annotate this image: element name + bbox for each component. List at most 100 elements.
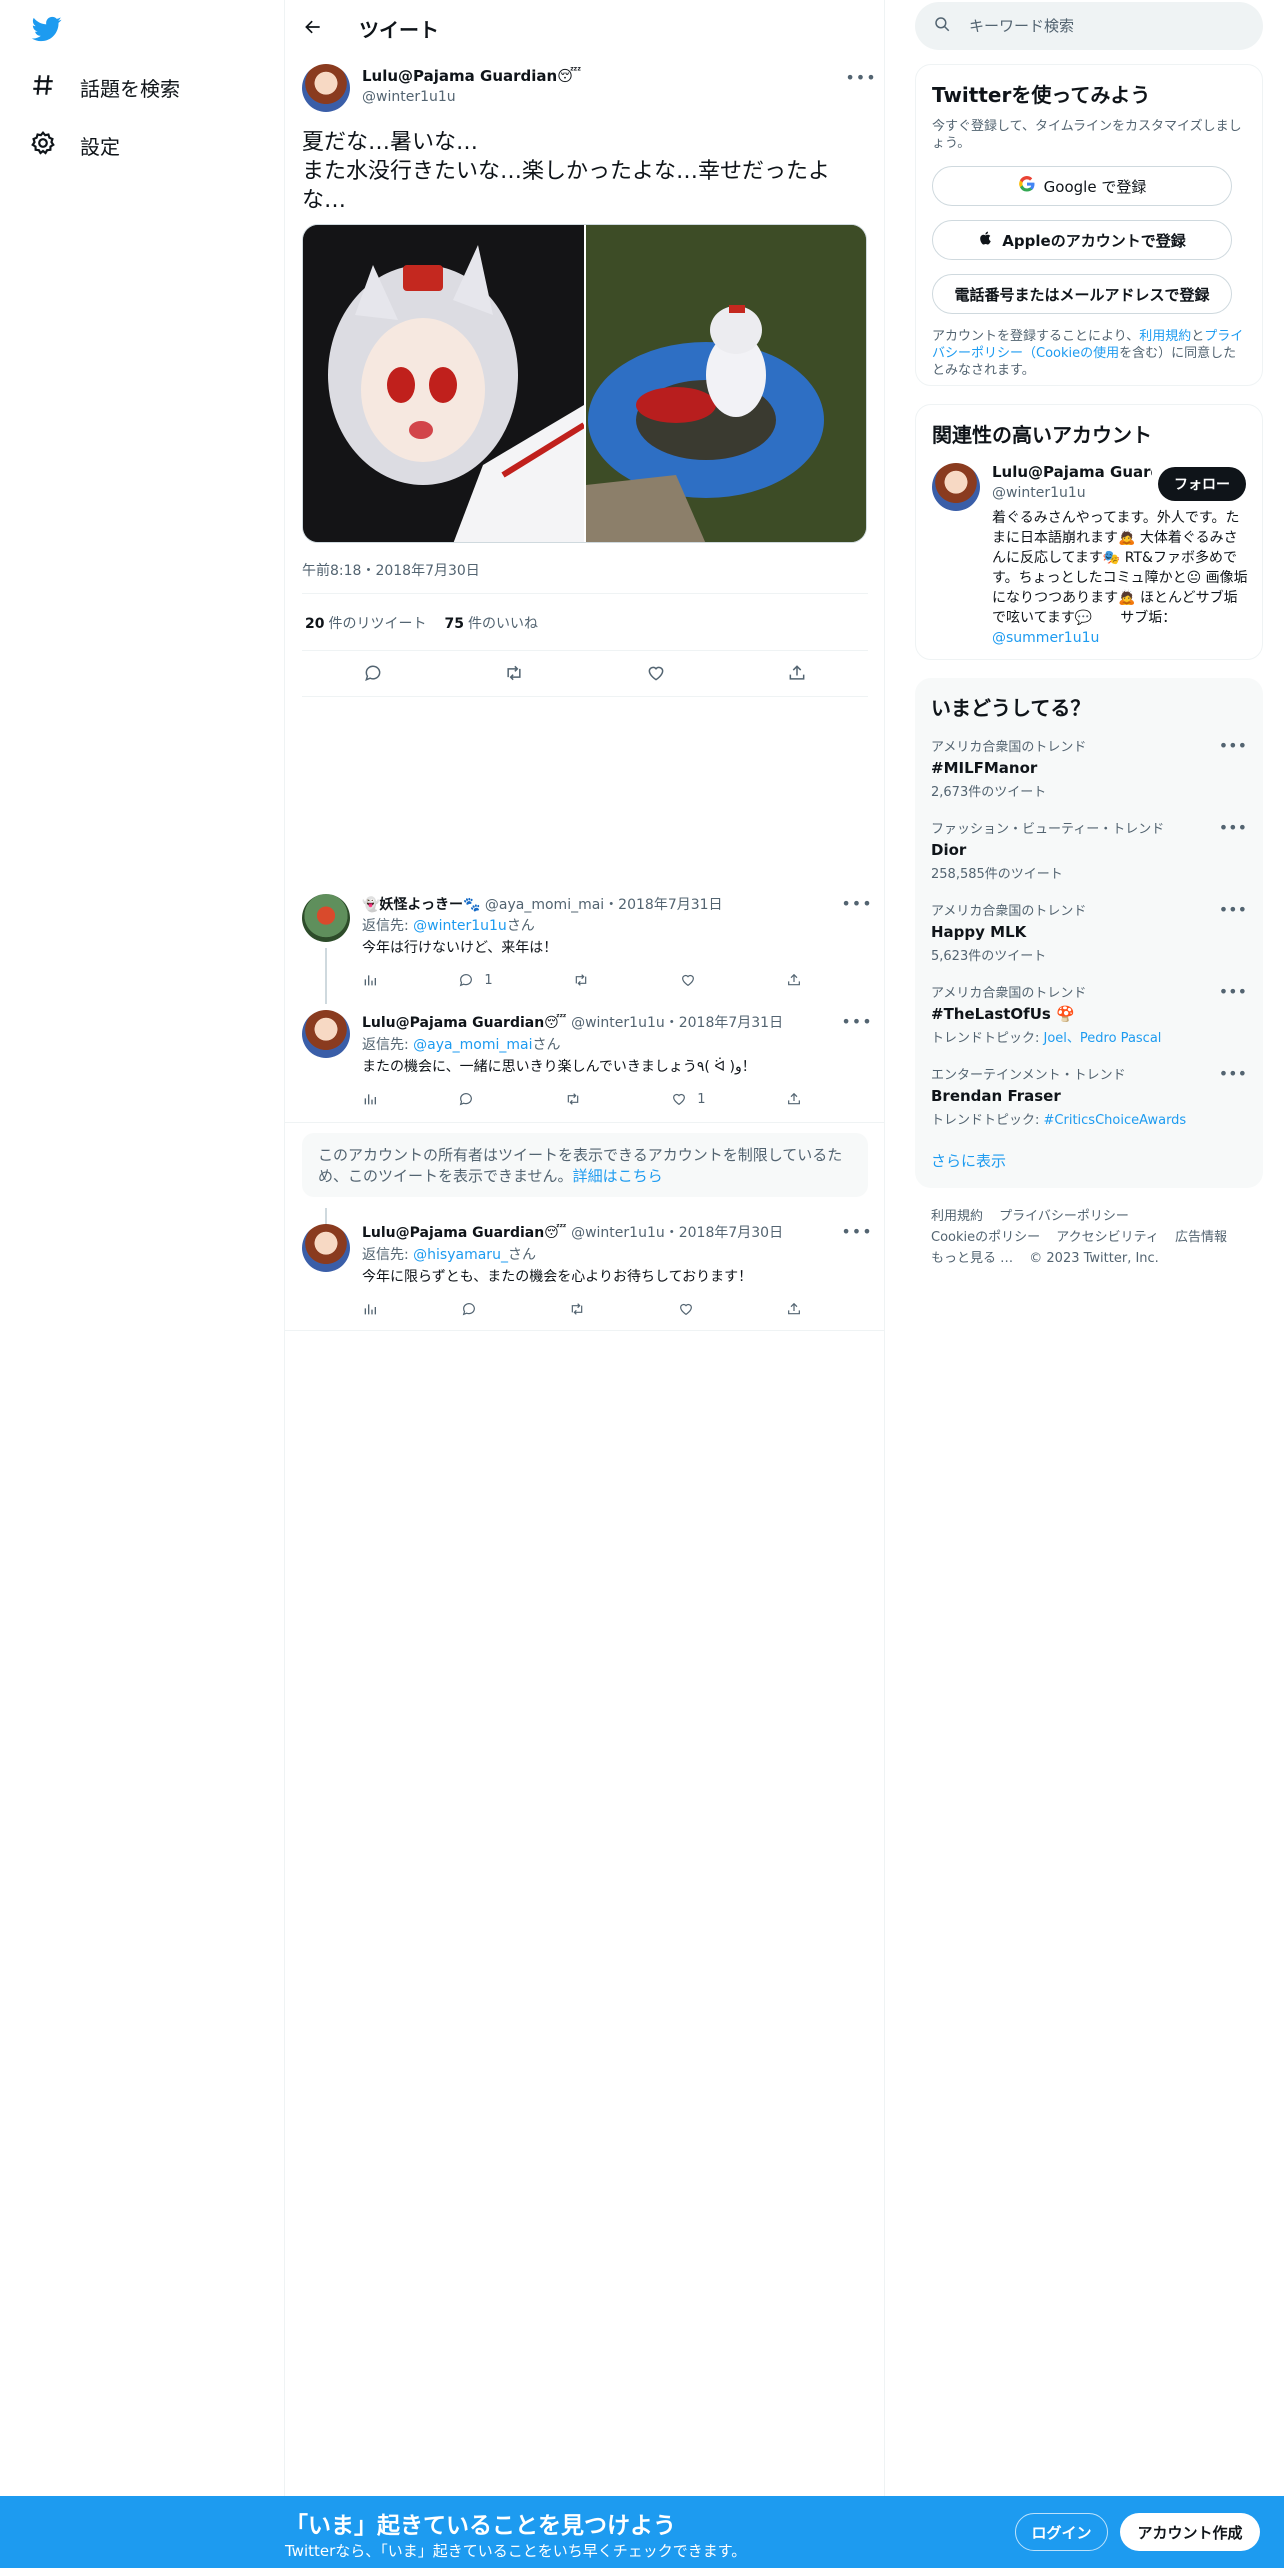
share-icon[interactable] xyxy=(783,659,811,687)
reply-author-handle[interactable]: @aya_momi_mai xyxy=(485,897,604,913)
like-button[interactable] xyxy=(678,1301,704,1317)
learn-more-link[interactable]: 詳細はこちら xyxy=(573,1167,663,1185)
like-button[interactable] xyxy=(680,972,706,988)
footer-link[interactable]: アクセシビリティ xyxy=(1056,1230,1159,1245)
footer-link[interactable]: Cookieのポリシー xyxy=(931,1230,1040,1245)
mention-link[interactable]: @winter1u1u xyxy=(413,918,507,934)
arrow-left-icon[interactable] xyxy=(299,13,327,41)
banner-subtitle: Twitterなら、「いま」起きていることをいち早くチェックできます。 xyxy=(285,2542,747,2560)
more-icon[interactable]: ••• xyxy=(845,66,875,88)
analytics-icon[interactable] xyxy=(362,1301,378,1317)
reply-icon[interactable] xyxy=(359,659,387,687)
tweet-header: Lulu@Pajama Guardian😴 @winter1u1u ••• xyxy=(302,64,876,116)
avatar[interactable] xyxy=(932,463,980,511)
reply-tweet[interactable]: Lulu@Pajama Guardian😴 @winter1u1u・2018年7… xyxy=(285,1010,885,1122)
tweet-media xyxy=(302,224,867,543)
reply-to: 返信先: @aya_momi_maiさん xyxy=(362,1037,561,1053)
more-icon[interactable]: ••• xyxy=(841,1220,871,1242)
trend-topic-link[interactable]: #CriticsChoiceAwards xyxy=(1044,1113,1187,1128)
more-icon[interactable]: ••• xyxy=(1219,1064,1247,1083)
google-icon xyxy=(1018,175,1036,197)
search-box[interactable] xyxy=(915,2,1263,50)
more-icon[interactable]: ••• xyxy=(1219,982,1247,1001)
nav-explore[interactable]: 話題を検索 xyxy=(30,67,180,107)
tweet-stats: 20 件のリツイート 75 件のいいね xyxy=(305,613,538,633)
reply-button[interactable] xyxy=(461,1301,487,1317)
reply-tweet[interactable]: Lulu@Pajama Guardian😴 @winter1u1u・2018年7… xyxy=(285,1208,885,1330)
google-signup-button[interactable]: Google で登録 xyxy=(932,166,1232,206)
analytics-icon[interactable] xyxy=(362,972,378,988)
tweet-author-name[interactable]: Lulu@Pajama Guardian😴 xyxy=(362,67,581,85)
more-icon[interactable]: ••• xyxy=(1219,736,1247,755)
share-icon[interactable] xyxy=(786,1301,802,1317)
mention-link[interactable]: @aya_momi_mai xyxy=(413,1037,532,1053)
main-column: ツイート Lulu@Pajama Guardian😴 @winter1u1u •… xyxy=(285,0,885,2496)
reply-button[interactable]: 1 xyxy=(458,972,493,988)
reply-date[interactable]: ・2018年7月30日 xyxy=(665,1225,783,1241)
reply-date[interactable]: ・2018年7月31日 xyxy=(665,1015,783,1031)
trend-item[interactable]: エンターテインメント・トレンド Brendan Fraser トレンドトピック:… xyxy=(931,1064,1247,1128)
terms-link[interactable]: 利用規約 xyxy=(1139,329,1191,344)
related-account-handle[interactable]: @winter1u1u xyxy=(992,485,1086,501)
show-more-link[interactable]: さらに表示 xyxy=(931,1150,1006,1171)
retweet-button[interactable] xyxy=(565,1091,591,1107)
phone-signup-button[interactable]: 電話番号またはメールアドレスで登録 xyxy=(932,274,1232,314)
footer-link[interactable]: プライバシーポリシー xyxy=(999,1209,1129,1224)
trend-item[interactable]: アメリカ合衆国のトレンド Happy MLK 5,623件のツイート ••• xyxy=(931,900,1247,964)
nav-settings[interactable]: 設定 xyxy=(30,125,120,165)
related-account-bio: 着ぐるみさんやってます。外人です。たまに日本語崩れます🙇 大体着ぐるみさんに反応… xyxy=(992,510,1248,646)
search-input[interactable] xyxy=(969,17,1239,35)
more-icon[interactable]: ••• xyxy=(841,892,871,914)
trend-item[interactable]: アメリカ合衆国のトレンド #MILFManor 2,673件のツイート ••• xyxy=(931,736,1247,800)
footer-link[interactable]: 利用規約 xyxy=(931,1209,983,1224)
retweet-button[interactable] xyxy=(573,972,599,988)
bio-mention-link[interactable]: @summer1u1u xyxy=(992,630,1099,646)
trend-topic-link[interactable]: Joel、Pedro Pascal xyxy=(1044,1031,1162,1046)
gear-icon xyxy=(30,130,56,161)
apple-signup-button[interactable]: Appleのアカウントで登録 xyxy=(932,220,1232,260)
reply-author-handle[interactable]: @winter1u1u xyxy=(571,1015,665,1031)
related-account-name[interactable]: Lulu@Pajama Guardi... xyxy=(992,463,1152,481)
reply-button[interactable] xyxy=(458,1091,484,1107)
share-icon[interactable] xyxy=(786,1091,802,1107)
more-icon[interactable]: ••• xyxy=(1219,818,1247,837)
reply-tweet[interactable]: 👻妖怪よっきー🐾 @aya_momi_mai・2018年7月31日 ••• 返信… xyxy=(285,890,885,1004)
follow-button[interactable]: フォロー xyxy=(1158,467,1246,501)
login-button[interactable]: ログイン xyxy=(1015,2513,1108,2551)
mention-link[interactable]: @hisyamaru_ xyxy=(413,1247,508,1263)
costume-photo-closeup[interactable] xyxy=(303,225,584,542)
more-icon[interactable]: ••• xyxy=(841,1010,871,1032)
retweet-stat[interactable]: 20 件のリツイート xyxy=(305,613,426,633)
banner-title: 「いま」起きていることを見つけよう xyxy=(285,2513,676,2539)
like-stat[interactable]: 75 件のいいね xyxy=(444,613,537,633)
footer-link[interactable]: もっと見る … xyxy=(931,1251,1013,1266)
avatar[interactable] xyxy=(302,64,350,112)
cookie-link[interactable]: （Cookieの使用 xyxy=(1023,346,1119,361)
retweet-button[interactable] xyxy=(569,1301,595,1317)
costume-photo-float-ring[interactable] xyxy=(586,225,866,542)
avatar[interactable] xyxy=(302,1010,350,1058)
trend-item[interactable]: アメリカ合衆国のトレンド #TheLastOfUs 🍄 トレンドトピック: Jo… xyxy=(931,982,1247,1046)
like-icon[interactable] xyxy=(642,659,670,687)
footer-link[interactable]: 広告情報 xyxy=(1175,1230,1227,1245)
page-title: ツイート xyxy=(359,18,439,42)
analytics-icon[interactable] xyxy=(362,1091,378,1107)
avatar[interactable] xyxy=(302,1224,350,1272)
like-button[interactable]: 1 xyxy=(671,1091,706,1107)
share-icon[interactable] xyxy=(786,972,802,988)
create-account-button[interactable]: アカウント作成 xyxy=(1120,2513,1260,2551)
trend-item[interactable]: ファッション・ビューティー・トレンド Dior 258,585件のツイート ••… xyxy=(931,818,1247,882)
avatar[interactable] xyxy=(302,894,350,942)
reply-date[interactable]: ・2018年7月31日 xyxy=(604,897,722,913)
tweet-timestamp[interactable]: 午前8:18・2018年7月30日 xyxy=(302,560,480,580)
reply-author-name[interactable]: Lulu@Pajama Guardian😴 xyxy=(362,1225,567,1241)
twitter-bird-icon[interactable] xyxy=(30,14,64,44)
reply-author-handle[interactable]: @winter1u1u xyxy=(571,1225,665,1241)
reply-actions: 1 xyxy=(362,1087,802,1111)
retweet-icon[interactable] xyxy=(500,659,528,687)
tweet-author-handle[interactable]: @winter1u1u xyxy=(362,89,456,105)
copyright: © 2023 Twitter, Inc. xyxy=(1029,1251,1159,1266)
reply-author-name[interactable]: Lulu@Pajama Guardian😴 xyxy=(362,1015,567,1031)
more-icon[interactable]: ••• xyxy=(1219,900,1247,919)
reply-author-name[interactable]: 👻妖怪よっきー🐾 xyxy=(362,897,480,913)
